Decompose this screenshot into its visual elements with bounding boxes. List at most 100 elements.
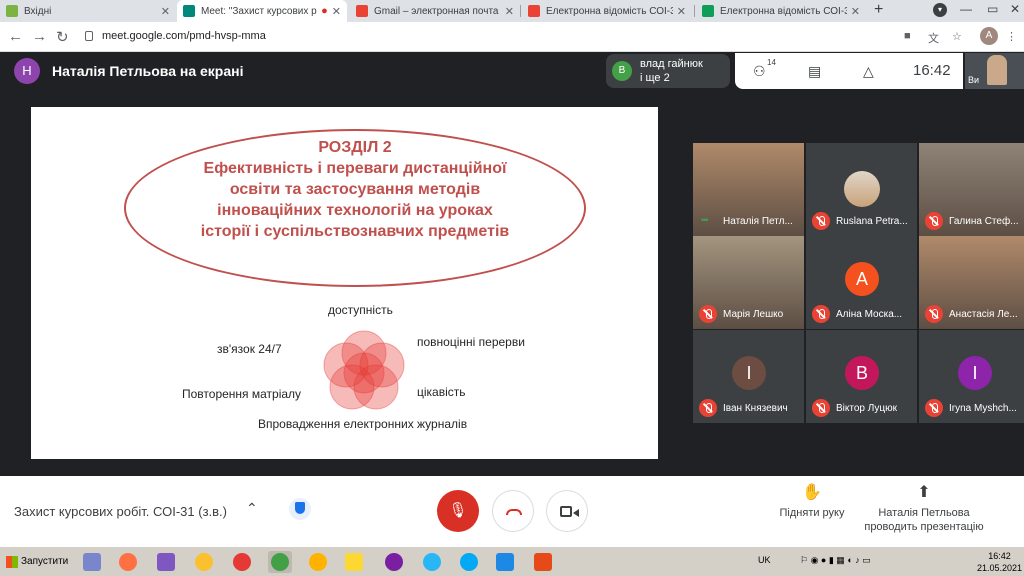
taskbar-telegram[interactable] xyxy=(420,551,444,573)
slide-heading: РОЗДІЛ 2 xyxy=(318,139,392,156)
participant-tile[interactable]: Анастасія Ле... xyxy=(919,236,1024,329)
participant-tile[interactable]: A Аліна Моска... xyxy=(806,236,917,329)
notification-line-2: і ще 2 xyxy=(640,72,670,84)
participant-tile[interactable]: ••• Наталія Петл... xyxy=(693,143,804,236)
taskbar-archiver[interactable] xyxy=(192,551,216,573)
presenting-button[interactable]: ⬆ Наталія Петльова проводить презентацію xyxy=(860,485,988,534)
tray-icons[interactable]: ⚐ ◉ ● ▮ ▦ ◐ ♪ ▭ xyxy=(800,555,871,566)
tab-meet[interactable]: Meet: "Захист курсових р ● ✕ xyxy=(177,0,347,22)
firefox-icon xyxy=(119,553,137,571)
camera-icon[interactable]: ■ xyxy=(904,30,911,42)
close-icon[interactable]: ✕ xyxy=(677,5,686,18)
archiver-icon xyxy=(195,553,213,571)
mic-toggle-button[interactable]: 🎙 xyxy=(437,490,479,532)
presenting-line-1: Наталія Петльова xyxy=(878,507,970,519)
self-view-tile[interactable]: Ви xyxy=(965,53,1024,89)
leave-call-button[interactable] xyxy=(492,490,534,532)
menu-dots-icon[interactable]: ⋮ xyxy=(1006,30,1017,43)
language-indicator[interactable]: UK xyxy=(758,555,771,565)
app-icon xyxy=(309,553,327,571)
tab-search-icon[interactable]: ▾ xyxy=(933,3,947,17)
chat-icon[interactable]: ▤ xyxy=(808,63,821,80)
viber-icon xyxy=(385,553,403,571)
notification-line-1: влад гайнюк xyxy=(640,58,703,70)
taskbar-app-yellow[interactable] xyxy=(306,551,330,573)
participant-tile[interactable]: І Іван Князевич xyxy=(693,330,804,423)
camera-toggle-button[interactable] xyxy=(546,490,588,532)
tab-gradebook-2[interactable]: Електронна відомість СОІ-31 ✕ xyxy=(696,0,866,22)
host-controls-shield-icon[interactable] xyxy=(289,498,311,520)
star-icon[interactable]: ☆ xyxy=(952,30,962,43)
profile-avatar[interactable]: A xyxy=(980,27,998,45)
participant-photo xyxy=(844,171,880,207)
raise-hand-button[interactable]: ✋ Підняти руку xyxy=(772,484,852,520)
tab-title: Gmail – электронная почта от xyxy=(374,5,501,17)
close-icon[interactable]: ✕ xyxy=(851,5,860,18)
back-icon[interactable]: ← xyxy=(8,28,23,45)
maximize-icon[interactable]: ▭ xyxy=(987,2,998,16)
tab-title: Електронна відомість СОІ-31 xyxy=(720,5,847,17)
participant-name: Iryna Myshch... xyxy=(949,403,1017,414)
participant-name: Анастасія Ле... xyxy=(949,309,1018,320)
folder-icon xyxy=(345,553,363,571)
participant-tile[interactable]: I Iryna Myshch... xyxy=(919,330,1024,423)
feature-breaks: повноцінні перерви xyxy=(417,335,525,349)
start-button[interactable]: Запустити xyxy=(2,551,72,573)
participant-tile[interactable]: В Віктор Луцюк xyxy=(806,330,917,423)
hand-icon: ✋ xyxy=(802,484,822,501)
forward-icon[interactable]: → xyxy=(32,28,47,45)
meet-stage: Н Наталія Петльова на екрані В влад гайн… xyxy=(0,53,1024,476)
participant-tile[interactable]: Марія Лешко xyxy=(693,236,804,329)
tab-gradebook-1[interactable]: Електронна відомість СОІ-31 ✕ xyxy=(522,0,692,22)
close-window-icon[interactable]: ✕ xyxy=(1010,2,1020,16)
tab-gmail[interactable]: Gmail – электронная почта от ✕ xyxy=(350,0,520,22)
people-icon[interactable]: ⚇ xyxy=(753,63,766,80)
close-icon[interactable]: ✕ xyxy=(332,5,341,18)
slide-title-line: інноваційних технологій на уроках xyxy=(217,202,493,219)
participant-tile[interactable]: Ruslana Petra... xyxy=(806,143,917,236)
taskbar-media-player[interactable] xyxy=(80,551,104,573)
taskbar-viber[interactable] xyxy=(382,551,406,573)
participant-name: Наталія Петл... xyxy=(723,216,793,227)
close-icon[interactable]: ✕ xyxy=(161,5,170,18)
tab-separator xyxy=(520,5,521,17)
participant-tile[interactable]: Галина Стеф... xyxy=(919,143,1024,236)
taskbar-word[interactable] xyxy=(493,551,517,573)
system-date: 21.05.2021 xyxy=(977,563,1023,573)
taskbar-chrome-active[interactable] xyxy=(268,551,292,573)
slide-title: РОЗДІЛ 2 Ефективність і переваги дистанц… xyxy=(124,137,586,242)
join-notification[interactable]: В влад гайнюк і ще 2 xyxy=(606,54,730,88)
new-tab-button[interactable]: + xyxy=(874,1,883,19)
taskbar-powerpoint[interactable] xyxy=(531,551,555,573)
mic-off-icon: 🎙 xyxy=(448,502,468,519)
activities-icon[interactable]: △ xyxy=(863,63,874,80)
reload-icon[interactable]: ↻ xyxy=(56,28,69,46)
sheets-favicon-icon xyxy=(702,5,714,17)
feature-repetition: Повторення матріалу xyxy=(182,387,302,401)
mic-muted-icon xyxy=(812,305,830,323)
chevron-up-icon[interactable]: ⌃ xyxy=(246,500,258,517)
tab-title: Вхідні xyxy=(24,5,52,17)
address-bar[interactable]: meet.google.com/pmd-hvsp-mma xyxy=(102,30,266,42)
translate-icon[interactable]: 文 xyxy=(928,30,939,46)
minimize-icon[interactable]: — xyxy=(960,2,972,16)
taskbar-chrome[interactable] xyxy=(230,551,254,573)
participant-avatar: I xyxy=(958,356,992,390)
taskbar-skype[interactable] xyxy=(457,551,481,573)
participant-avatar: A xyxy=(845,262,879,296)
taskbar-visual-studio[interactable] xyxy=(154,551,178,573)
flower-diagram xyxy=(323,330,405,410)
os-taskbar: Запустити UK ⚐ ◉ ● ▮ ▦ ◐ ♪ ▭ 16:42 21.05… xyxy=(0,546,1024,576)
self-label: Ви xyxy=(968,75,980,85)
close-icon[interactable]: ✕ xyxy=(505,5,514,18)
browser-toolbar: ← → ↻ meet.google.com/pmd-hvsp-mma ■ 文 ☆… xyxy=(0,22,1024,52)
mic-muted-icon xyxy=(925,212,943,230)
system-clock[interactable]: 16:42 21.05.2021 xyxy=(977,550,1022,574)
participant-name: Галина Стеф... xyxy=(949,216,1019,227)
tab-inbox[interactable]: Вхідні ✕ xyxy=(0,0,176,22)
taskbar-firefox[interactable] xyxy=(116,551,140,573)
participant-name: Віктор Луцюк xyxy=(836,403,898,414)
taskbar-explorer[interactable] xyxy=(342,551,366,573)
meeting-title[interactable]: Захист курсових робіт. СОІ-31 (з.в.) xyxy=(14,504,227,519)
self-video xyxy=(987,55,1007,85)
